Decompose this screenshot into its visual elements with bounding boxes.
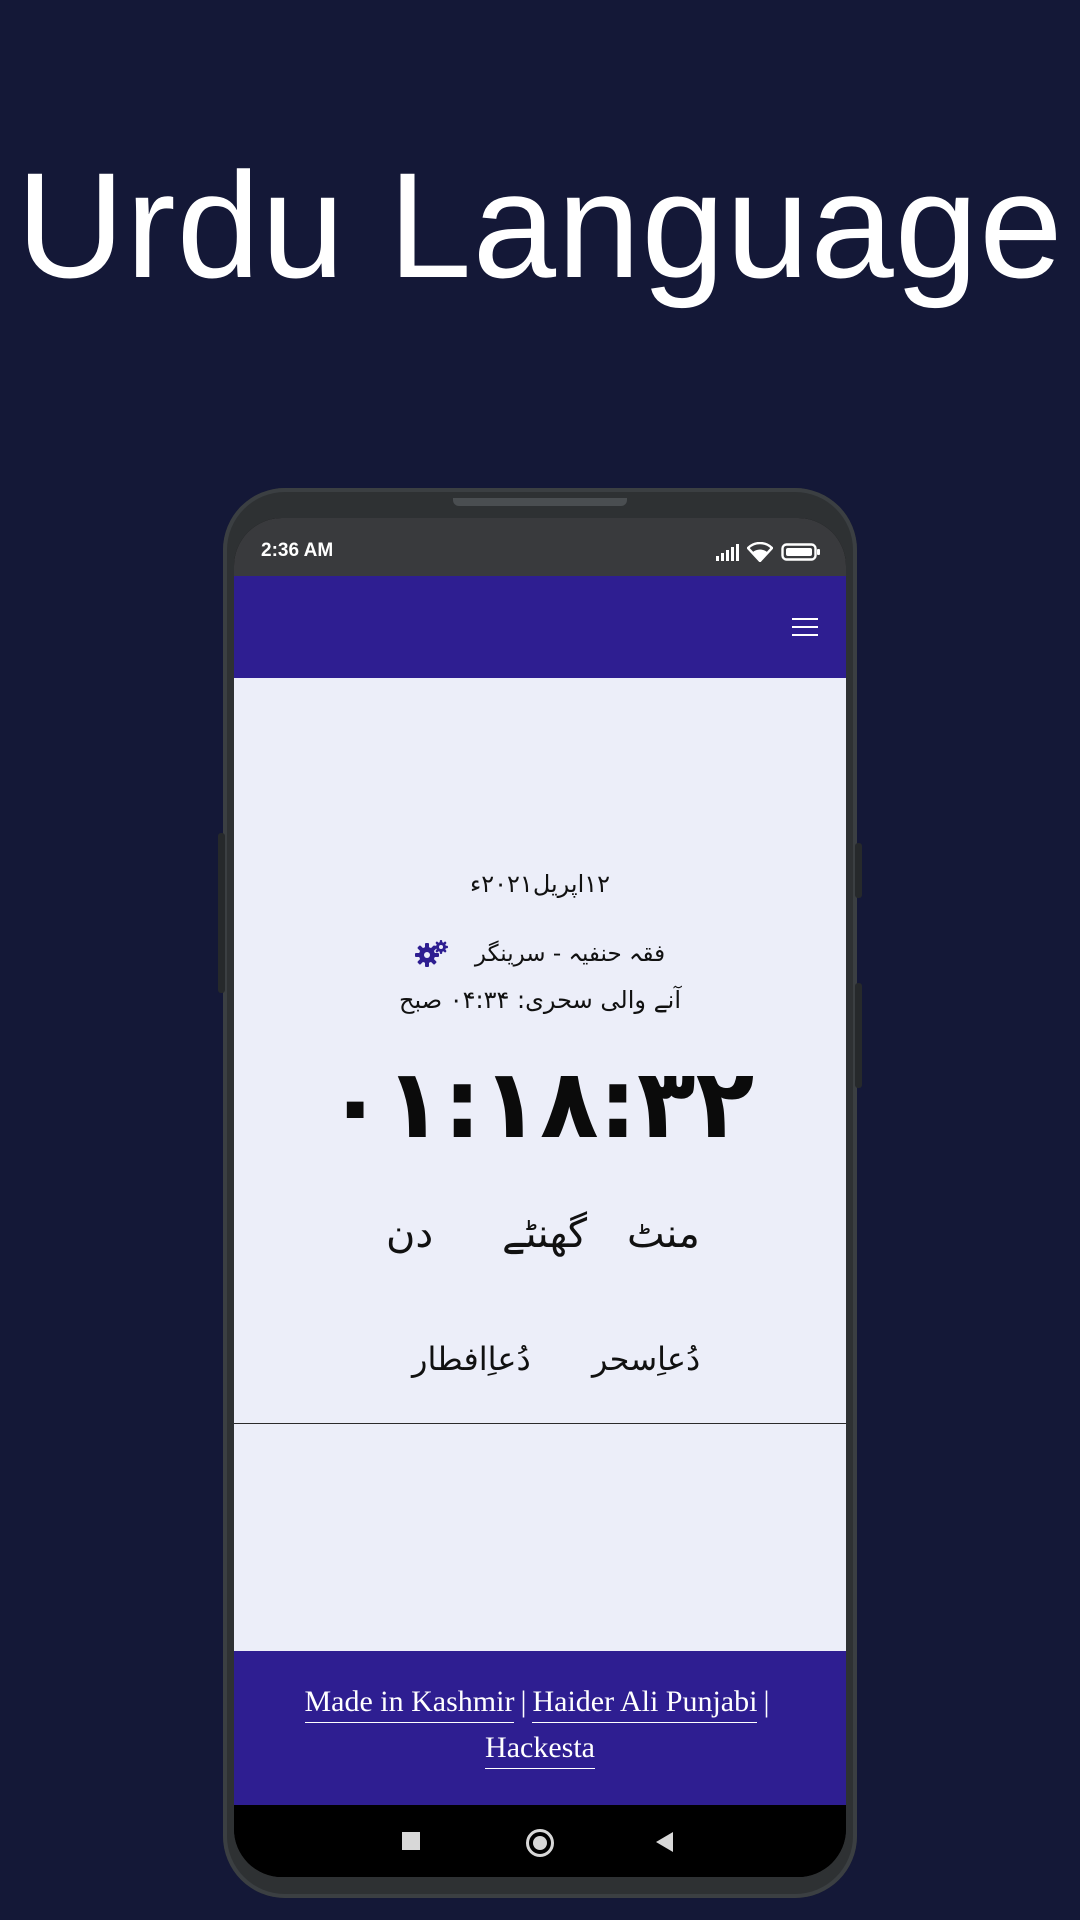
countdown-timer: ۰۱:۱۸:۳۲ [325, 1048, 755, 1160]
footer-line-2: Hackesta [234, 1731, 846, 1769]
phone-side-button [855, 843, 862, 898]
divider [234, 1423, 846, 1424]
status-bar: 2:36 AM [234, 518, 846, 576]
date-label: ۱۲اپریل۲۰۲۱ء [469, 870, 611, 898]
hackesta-link[interactable]: Hackesta [485, 1731, 595, 1769]
dua-sehri-link[interactable]: دُعاِسحر [592, 1340, 700, 1378]
footer-separator: | [763, 1685, 770, 1718]
author-link[interactable]: Haider Ali Punjabi [532, 1685, 758, 1723]
home-icon[interactable] [526, 1829, 554, 1857]
status-icons [715, 541, 821, 566]
location-row: فقہ حنفیہ - سرینگر [234, 940, 846, 968]
countdown-units: منٹ گھنٹے دن [234, 1211, 846, 1271]
app-bar [234, 576, 846, 678]
location-label: فقہ حنفیہ - سرینگر [474, 941, 666, 967]
dua-links: دُعاِسحر دُعاِافطار [234, 1340, 846, 1400]
phone-side-button [855, 983, 862, 1088]
phone-frame: 2:36 AM ۱۲اپریل۲۰۲۱ء فقہ حنفیہ - سرینگر … [218, 488, 862, 1898]
status-time: 2:36 AM [261, 540, 334, 561]
next-sehri-label: آنے والی سحری: ۰۴:۳۴ صبح [399, 986, 681, 1014]
wifi-icon [746, 541, 774, 566]
gears-icon[interactable] [414, 940, 449, 968]
made-in-kashmir-link[interactable]: Made in Kashmir [304, 1685, 515, 1723]
page-heading: Urdu Language [16, 141, 1064, 309]
hamburger-menu-icon[interactable] [790, 612, 822, 642]
back-icon[interactable] [656, 1832, 673, 1852]
main-content: ۱۲اپریل۲۰۲۱ء فقہ حنفیہ - سرینگر آنے والی… [234, 678, 846, 1651]
phone-side-button [218, 833, 225, 993]
minutes-unit-label: منٹ [627, 1211, 700, 1257]
phone-screen: 2:36 AM ۱۲اپریل۲۰۲۱ء فقہ حنفیہ - سرینگر … [234, 518, 846, 1877]
footer-line-1: Made in Kashmir | Haider Ali Punjabi | [234, 1685, 846, 1723]
recents-icon[interactable] [402, 1832, 420, 1850]
battery-icon [781, 542, 821, 566]
navigation-bar [234, 1805, 846, 1877]
hours-unit-label: گھنٹے [502, 1211, 588, 1257]
earpiece [453, 498, 627, 506]
footer-separator: | [520, 1685, 527, 1718]
signal-icon [715, 543, 739, 565]
dua-iftar-link[interactable]: دُعاِافطار [412, 1340, 531, 1378]
footer: Made in Kashmir | Haider Ali Punjabi | Hack… [234, 1651, 846, 1805]
days-unit-label: دن [386, 1211, 434, 1257]
